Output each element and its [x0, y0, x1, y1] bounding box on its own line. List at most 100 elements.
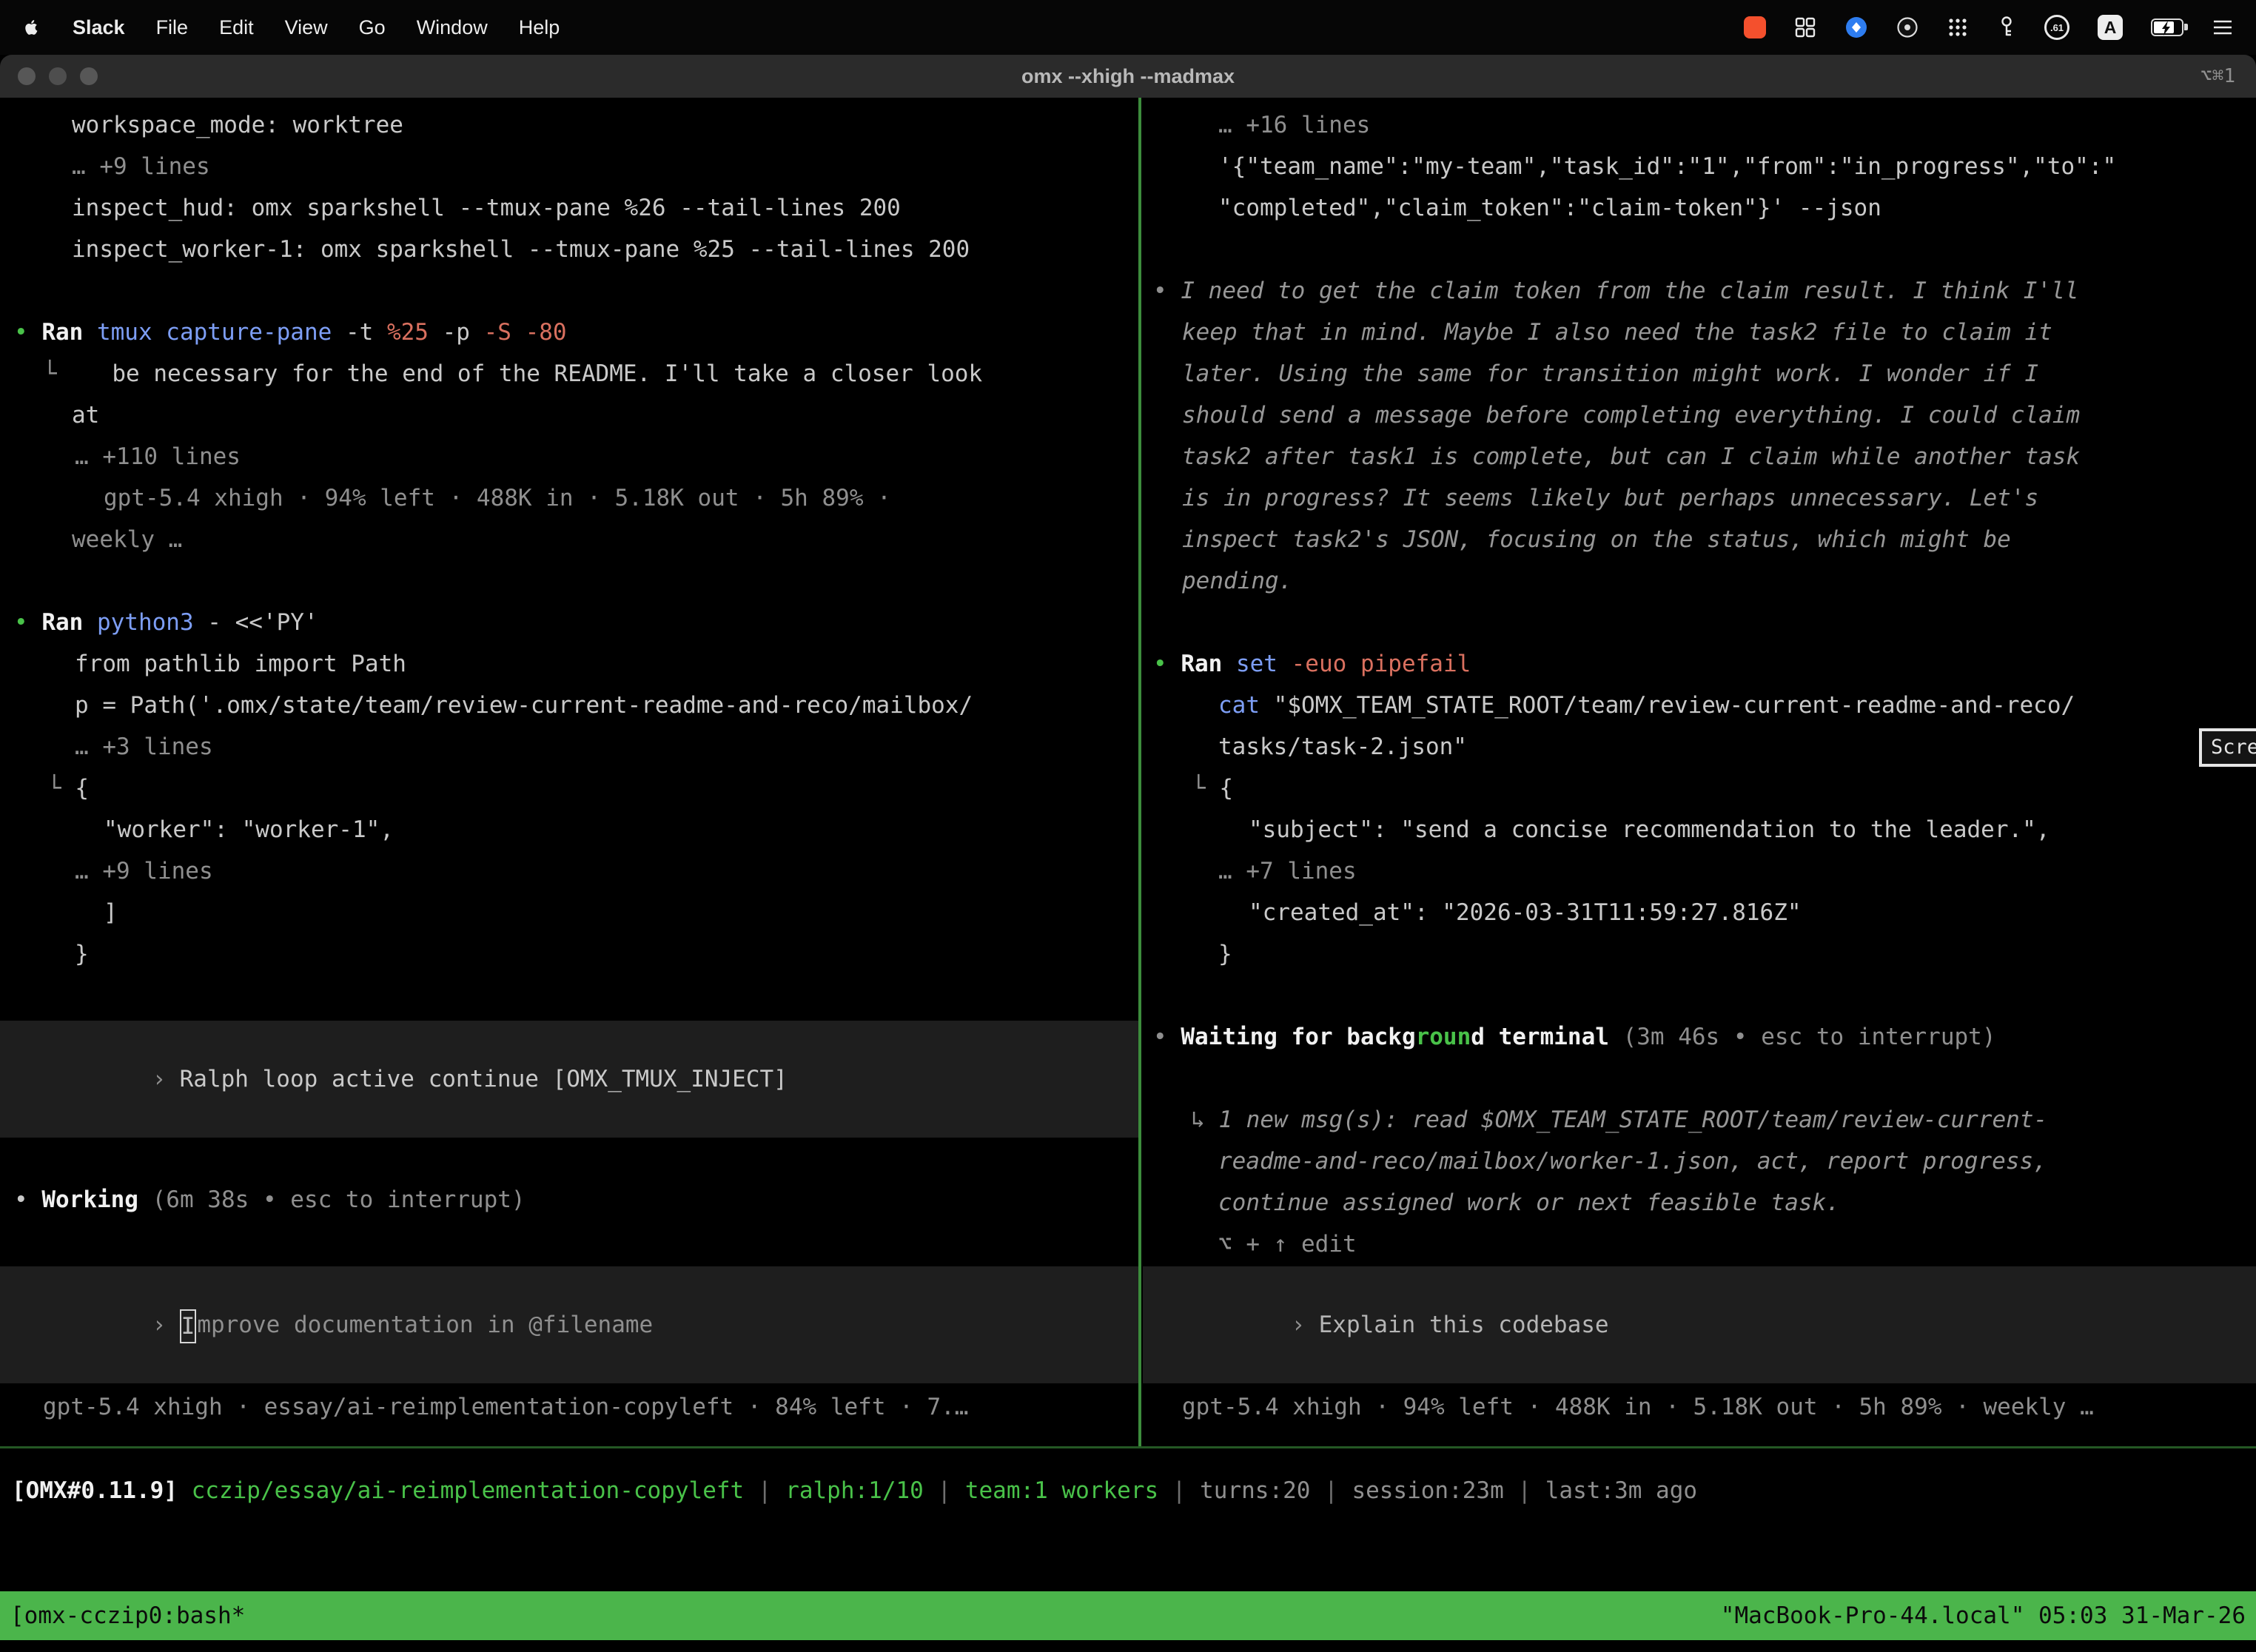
text-segment: weekly …	[72, 526, 182, 553]
menu-go[interactable]: Go	[359, 16, 386, 39]
bullet: •	[1153, 278, 1181, 304]
input-source-icon[interactable]: A	[2098, 15, 2123, 40]
left-agent-status-band[interactable]: ›Ralph loop active continue [OMX_TMUX_IN…	[0, 1021, 1138, 1138]
left-composer-input[interactable]: ›Improve documentation in @filename	[0, 1266, 1138, 1383]
menu-edit[interactable]: Edit	[219, 16, 254, 39]
terminal-line: • Ran set -euo pipefail	[1143, 643, 2256, 685]
left-model-status: gpt-5.4 xhigh · essay/ai-reimplementatio…	[0, 1386, 1138, 1428]
battery-icon[interactable]	[2151, 19, 2183, 36]
omx-status-line: [OMX#0.11.9] cczip/essay/ai-reimplementa…	[0, 1470, 2256, 1511]
text-segment: … +16 lines	[1218, 112, 1370, 138]
terminal-line: should send a message before completing …	[1143, 394, 2256, 436]
composer-suggestion: Explain this codebase	[1319, 1312, 1609, 1338]
agent-loop-row: ›Ralph loop active continue [OMX_TMUX_IN…	[0, 1017, 788, 1141]
terminal-line	[0, 560, 1138, 602]
text-segment: {	[75, 775, 89, 802]
menu-list-icon[interactable]	[2212, 18, 2234, 37]
terminal-line: └ {	[0, 768, 1138, 809]
model-status-line: gpt-5.4 xhigh · 94% left · 488K in · 5.1…	[0, 477, 1138, 519]
text-segment	[178, 1477, 192, 1504]
text-segment: Ran	[41, 319, 97, 346]
text-segment: |	[744, 1477, 785, 1504]
text-segment: "$OMX_TEAM_STATE_ROOT/team/review-curren…	[1274, 692, 2075, 719]
text-segment: d terminal	[1471, 1024, 1609, 1050]
left-working-status: • Working (6m 38s • esc to interrupt)	[0, 1179, 1138, 1220]
text-segment: (6m 38s • esc to interrupt)	[152, 1186, 526, 1213]
text-segment: … +7 lines	[1218, 858, 1357, 884]
text-segment: |	[924, 1477, 965, 1504]
screen-recording-indicator-icon[interactable]	[1744, 16, 1766, 38]
text-segment: {	[1219, 775, 1233, 802]
terminal-line: └ be necessary for the end of the README…	[0, 353, 1138, 394]
key-icon[interactable]	[1997, 16, 2016, 39]
omx-branch: cczip/essay/ai-reimplementation-copyleft	[192, 1477, 745, 1504]
terminal-line: weekly …	[0, 519, 1138, 560]
text-segment: gpt-5.4 xhigh · 94% left · 488K in · 5.1…	[1182, 1394, 2094, 1420]
record-circle-icon[interactable]	[1896, 16, 1918, 38]
terminal-line: workspace_mode: worktree	[0, 104, 1138, 146]
menubar-status-icons: .61 A	[1744, 15, 2234, 40]
terminal-line: task2 after task1 is complete, but can I…	[1143, 436, 2256, 477]
model-status-line: gpt-5.4 xhigh · essay/ai-reimplementatio…	[0, 1386, 1138, 1428]
menu-help[interactable]: Help	[519, 16, 560, 39]
apple-menu-icon[interactable]	[22, 16, 41, 38]
right-pane[interactable]: … +16 lines '{"team_name":"my-team","task…	[1143, 98, 2256, 1446]
text-segment: }	[1218, 941, 1232, 967]
menu-window[interactable]: Window	[417, 16, 488, 39]
text-segment: readme-and-reco/mailbox/worker-1.json, a…	[1218, 1148, 2047, 1175]
text-segment: python3	[97, 609, 207, 636]
omx-version: [OMX#0.11.9]	[12, 1477, 178, 1504]
pane-divider[interactable]	[1138, 98, 1141, 1446]
menu-app-name[interactable]: Slack	[73, 16, 125, 39]
terminal-line: … +110 lines	[0, 436, 1138, 477]
text-segment: keep that in mind. Maybe I also need the…	[1182, 319, 2052, 346]
omx-last-activity: last:3m ago	[1545, 1477, 1697, 1504]
bullet: •	[1153, 1024, 1181, 1050]
app-icon-blue[interactable]	[1844, 16, 1868, 39]
text-segment: -t	[346, 319, 387, 346]
terminal-line: keep that in mind. Maybe I also need the…	[1143, 312, 2256, 353]
text-segment: … +110 lines	[75, 443, 241, 470]
terminal-line: }	[1143, 933, 2256, 975]
tmux-host-clock: "MacBook-Pro-44.local" 05:03 31-Mar-26	[1721, 1602, 2246, 1629]
menu-file[interactable]: File	[156, 16, 189, 39]
battery-percent-icon[interactable]: .61	[2044, 15, 2069, 40]
terminal-line: }	[0, 933, 1138, 975]
terminal[interactable]: workspace_mode: worktree… +9 linesinspec…	[0, 98, 2256, 1652]
text-segment: - <<'PY'	[207, 609, 318, 636]
terminal-line: inspect task2's JSON, focusing on the st…	[1143, 519, 2256, 560]
bullet: •	[1153, 651, 1181, 677]
text-segment: should send a message before completing …	[1182, 402, 2080, 429]
text-segment: -euo pipefail	[1292, 651, 1471, 677]
menu-view[interactable]: View	[285, 16, 328, 39]
text-segment: -S -80	[484, 319, 567, 346]
text-segment: |	[1504, 1477, 1545, 1504]
omx-ralph-count: ralph:1/10	[785, 1477, 924, 1504]
agent-loop-status: Ralph loop active continue [OMX_TMUX_INJ…	[180, 1066, 788, 1092]
terminal-line: inspect_worker-1: omx sparkshell --tmux-…	[0, 229, 1138, 270]
terminal-line: "created_at": "2026-03-31T11:59:27.816Z"	[1143, 892, 2256, 933]
terminal-line: later. Using the same for transition mig…	[1143, 353, 2256, 394]
terminal-line: is in progress? It seems likely but perh…	[1143, 477, 2256, 519]
window-titlebar[interactable]: omx --xhigh --madmax ⌥⌘1	[0, 55, 2256, 98]
terminal-line: tasks/task-2.json"	[1143, 726, 2256, 768]
terminal-line: '{"team_name":"my-team","task_id":"1","f…	[1143, 146, 2256, 187]
terminal-line: "completed","claim_token":"claim-token"}…	[1143, 187, 2256, 229]
text-segment: task2 after task1 is complete, but can I…	[1182, 443, 2080, 470]
menubar: Slack File Edit View Go Window Help	[0, 0, 2256, 55]
text-segment: ]	[104, 899, 118, 926]
bullet: •	[14, 1186, 41, 1213]
terminal-line: ↳ 1 new msg(s): read $OMX_TEAM_STATE_ROO…	[1143, 1099, 2256, 1141]
dots-grid-icon[interactable]	[1947, 16, 1969, 38]
text-segment: └	[43, 360, 57, 387]
text-segment: (3m 46s • esc to interrupt)	[1609, 1024, 1996, 1050]
left-pane[interactable]: workspace_mode: worktree… +9 linesinspec…	[0, 98, 1138, 1446]
text-segment: cat	[1218, 692, 1274, 719]
text-segment: |	[1310, 1477, 1352, 1504]
terminal-line: p = Path('.omx/state/team/review-current…	[0, 685, 1138, 726]
window-grid-icon[interactable]	[1794, 16, 1816, 38]
text-segment: … +3 lines	[75, 733, 213, 760]
working-status-line: • Working (6m 38s • esc to interrupt)	[0, 1179, 1138, 1220]
right-composer-input[interactable]: ›Explain this codebase	[1143, 1266, 2256, 1383]
text-segment: inspect task2's JSON, focusing on the st…	[1182, 526, 2011, 553]
